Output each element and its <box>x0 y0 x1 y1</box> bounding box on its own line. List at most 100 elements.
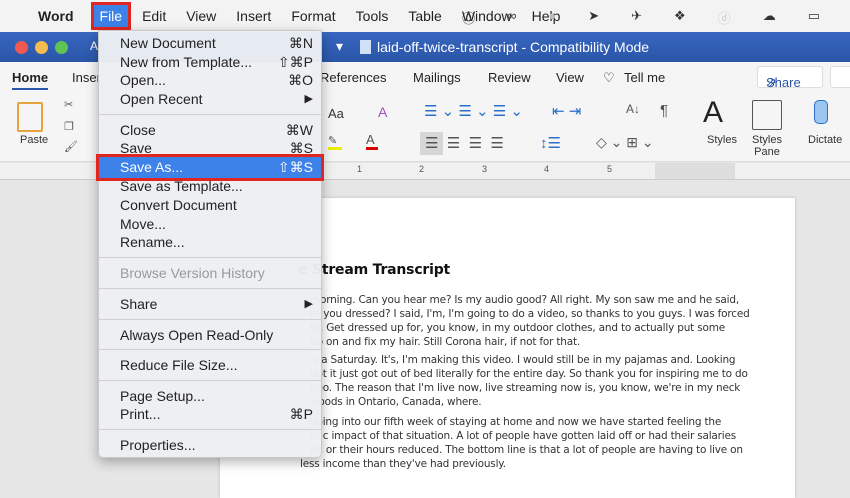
menu-item-label: Properties... <box>120 437 196 453</box>
menu-item-label: Print... <box>120 406 161 422</box>
menu-item-label: Close <box>120 122 156 138</box>
menu-separator <box>99 288 321 289</box>
menu-file[interactable]: File <box>90 2 132 30</box>
menu-item-rename[interactable]: Rename... <box>99 233 321 252</box>
styles-button[interactable]: Styles <box>707 134 737 146</box>
dictate-button[interactable]: Dictate <box>808 134 842 146</box>
menu-item-new-from-template[interactable]: New from Template... ⇧⌘P <box>99 53 321 72</box>
menu-item-properties[interactable]: Properties... <box>99 436 321 455</box>
line-spacing-icon[interactable]: ↕☰ <box>540 134 561 152</box>
doc-line: got it just got out of bed literally for… <box>310 368 748 380</box>
doc-line: woods in Ontario, Canada, where. <box>310 396 482 408</box>
menu-item-convert-document[interactable]: Convert Document <box>99 196 321 215</box>
ruler-tick: 4 <box>544 164 550 174</box>
paste-icon[interactable] <box>17 102 43 132</box>
font-color-icon[interactable]: A <box>366 132 378 150</box>
styles-icon[interactable]: A <box>703 96 723 130</box>
styles-pane-button[interactable]: Styles Pane <box>750 134 784 158</box>
menu-separator <box>99 319 321 320</box>
menu-item-move[interactable]: Move... <box>99 215 321 234</box>
tab-review[interactable]: Review <box>488 70 531 85</box>
menu-item-label: Open... <box>120 72 166 88</box>
format-painter-icon[interactable]: 🖌 <box>64 140 78 153</box>
menu-item-label: Page Setup... <box>120 388 205 404</box>
zoom-window-button[interactable] <box>55 41 68 54</box>
menu-item-browse-version-history: Browse Version History <box>99 264 321 283</box>
1password-icon[interactable]: ⓪ <box>462 8 475 27</box>
d-icon[interactable]: ⓓ <box>718 8 731 27</box>
menu-view[interactable]: View <box>186 8 216 24</box>
doc-line: re you dressed? I said, I'm, I'm going t… <box>310 308 750 320</box>
status-tray: ⓪ ∞ ● ➤ ✈ ❖ ⓓ ☁ ▭ <box>462 8 840 27</box>
menu-separator <box>99 349 321 350</box>
paste-label[interactable]: Paste <box>20 134 48 146</box>
comments-button[interactable] <box>830 66 850 88</box>
menu-shortcut: ⌘S <box>289 140 313 156</box>
highlight-icon[interactable]: ✎ <box>328 134 342 150</box>
menu-item-open-recent[interactable]: Open Recent ▶ <box>99 90 321 109</box>
menu-item-close[interactable]: Close ⌘W <box>99 121 321 140</box>
clear-formatting-icon[interactable]: A <box>378 104 387 120</box>
microphone-icon[interactable] <box>814 100 828 124</box>
menu-item-label: Convert Document <box>120 197 237 213</box>
menu-shortcut: ⌘N <box>288 35 313 51</box>
close-window-button[interactable] <box>15 41 28 54</box>
menu-insert[interactable]: Insert <box>236 8 271 24</box>
menu-item-print[interactable]: Print... ⌘P <box>99 405 321 424</box>
menu-separator <box>99 380 321 381</box>
menu-item-share[interactable]: Share ▶ <box>99 295 321 314</box>
menu-separator <box>99 257 321 258</box>
menu-item-save[interactable]: Save ⌘S <box>99 139 321 158</box>
tab-insert[interactable]: Inser <box>72 70 101 85</box>
menu-item-save-as-template[interactable]: Save as Template... <box>99 177 321 196</box>
menu-table[interactable]: Table <box>408 8 441 24</box>
menu-item-label: Open Recent <box>120 91 203 107</box>
creative-cloud-icon[interactable]: ∞ <box>507 8 516 27</box>
tab-view[interactable]: View <box>556 70 584 85</box>
rocket-icon[interactable]: ✈ <box>631 8 642 27</box>
arrows-icon[interactable]: ➤ <box>588 8 599 27</box>
app-menu-word[interactable]: Word <box>38 8 74 24</box>
tab-mailings[interactable]: Mailings <box>413 70 461 85</box>
submenu-arrow-icon: ▶ <box>304 93 313 105</box>
menu-item-open[interactable]: Open... ⌘O <box>99 71 321 90</box>
menu-item-reduce-file-size[interactable]: Reduce File Size... <box>99 356 321 375</box>
menu-item-page-setup[interactable]: Page Setup... <box>99 387 321 406</box>
menu-item-save-as[interactable]: Save As... ⇧⌘S <box>96 154 324 181</box>
align-icons[interactable]: ☰ ☰ ☰ ☰ <box>425 134 504 152</box>
menu-format[interactable]: Format <box>291 8 335 24</box>
menu-shortcut: ⌘O <box>288 72 313 88</box>
cut-icon[interactable]: ✂ <box>64 98 73 111</box>
styles-pane-icon[interactable] <box>752 100 782 130</box>
shading-icon[interactable]: ◇ ⌄ ⊞ ⌄ <box>596 134 654 151</box>
cloud-icon[interactable]: ☁ <box>763 8 776 27</box>
ruler-tick: 5 <box>607 164 613 174</box>
menu-shortcut: ⌘W <box>285 122 313 138</box>
customize-toolbar-icon[interactable]: ▾ <box>336 38 343 55</box>
pilcrow-icon[interactable]: ¶ <box>660 102 668 119</box>
menu-item-always-open-read-only[interactable]: Always Open Read-Only <box>99 326 321 345</box>
menu-edit[interactable]: Edit <box>142 8 166 24</box>
menu-item-label: Reduce File Size... <box>120 357 238 373</box>
tab-references[interactable]: References <box>320 70 386 85</box>
sort-icon[interactable]: A↓ <box>626 102 640 116</box>
change-case-button[interactable]: Aa <box>328 106 344 121</box>
menu-tools[interactable]: Tools <box>356 8 389 24</box>
file-menu-dropdown: New Document ⌘N New from Template... ⇧⌘P Ope… <box>96 30 324 458</box>
ruler-tick: 2 <box>419 164 425 174</box>
menu-item-new-document[interactable]: New Document ⌘N <box>99 34 321 53</box>
menu-item-label: Save <box>120 140 152 156</box>
dropbox-icon[interactable]: ❖ <box>674 8 686 27</box>
document-title[interactable]: laid-off-twice-transcript - Compatibilit… <box>377 39 649 55</box>
tab-home[interactable]: Home <box>12 70 49 90</box>
doc-line: going into our fifth week of staying at … <box>310 416 722 428</box>
shield-icon[interactable]: ● <box>548 8 556 27</box>
indent-icon[interactable]: ⇤ ⇥ <box>552 102 581 120</box>
display-icon[interactable]: ▭ <box>808 8 820 27</box>
copy-icon[interactable]: ❐ <box>64 120 74 133</box>
tell-me-search[interactable]: Tell me <box>624 70 665 85</box>
minimize-window-button[interactable] <box>35 41 48 54</box>
bullets-icon[interactable]: ☰ ⌄ ☰ ⌄ ☰ ⌄ <box>424 102 523 120</box>
share-button[interactable]: ⇗ Share <box>757 66 823 90</box>
menu-item-label: Share <box>120 296 158 312</box>
